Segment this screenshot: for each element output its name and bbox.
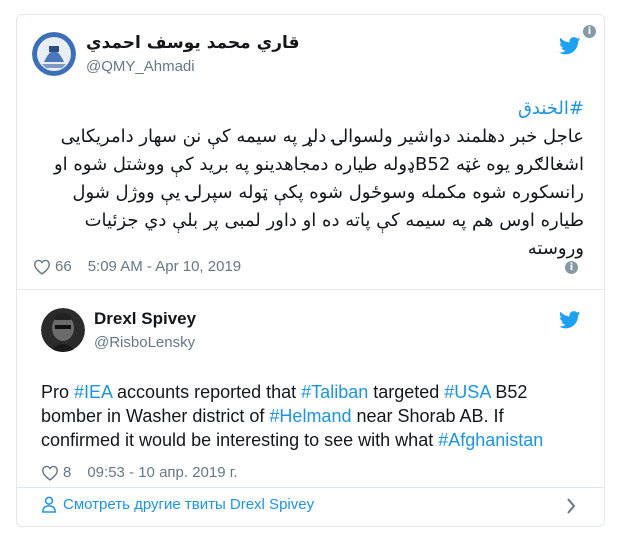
divider xyxy=(17,487,604,488)
twitter-bird-icon[interactable] xyxy=(559,37,581,55)
display-name[interactable]: Drexl Spivey xyxy=(94,309,196,329)
user-handle[interactable]: @QMY_Ahmadi xyxy=(86,58,195,75)
tweet-meta: 8 09:53 - 10 апр. 2019 г. xyxy=(41,464,238,481)
user-handle[interactable]: @RisboLensky xyxy=(94,334,195,351)
chevron-right-icon[interactable] xyxy=(566,498,576,514)
tweet-text-line: عاجل خبر دهلمند دواشیر ولسوالۍ دلړ په سی… xyxy=(60,126,584,147)
twitter-bird-icon[interactable] xyxy=(559,311,581,329)
more-tweets-label[interactable]: Смотреть другие твиты Drexl Spivey xyxy=(63,496,314,513)
hashtag-link[interactable]: #Helmand xyxy=(269,406,351,426)
like-count[interactable]: 8 xyxy=(63,464,71,481)
quoted-text-fragment: accounts reported that xyxy=(112,382,302,402)
quoted-tweet[interactable]: Drexl Spivey @RisboLensky Pro #IEA accou… xyxy=(17,290,604,481)
embedded-tweet-card: قاري محمد یوسف احمدي @QMY_Ahmadi i #الخن… xyxy=(16,14,605,527)
tweet-text-line: طیاره اوس هم په سیمه کې پاته ده او داور … xyxy=(84,210,584,231)
hashtag-link[interactable]: #الخندق xyxy=(518,98,584,119)
avatar[interactable] xyxy=(32,32,76,76)
quoted-text-fragment: Pro xyxy=(41,382,75,402)
more-tweets-link[interactable]: Смотреть другие твиты Drexl Spivey xyxy=(41,496,314,513)
heart-icon[interactable] xyxy=(33,259,51,275)
like-count[interactable]: 66 xyxy=(55,258,72,275)
tweet-timestamp[interactable]: 5:09 AM - Apr 10, 2019 xyxy=(88,258,241,275)
info-icon[interactable]: i xyxy=(583,25,596,38)
tweet-meta: 66 5:09 AM - Apr 10, 2019 xyxy=(33,258,241,275)
avatar[interactable] xyxy=(41,308,85,352)
tweet-text: #الخندق عاجل خبر دهلمند دواشیر ولسوالۍ د… xyxy=(35,95,584,263)
hashtag-link[interactable]: #USA xyxy=(444,382,490,402)
hashtag-link[interactable]: #Taliban xyxy=(301,382,368,402)
hashtag-link[interactable]: #IEA xyxy=(74,382,112,402)
tweet-text-line: رانسکوره شوه مکمله وسوځول شوه پکې ټوله س… xyxy=(72,182,584,203)
tweet-timestamp[interactable]: 09:53 - 10 апр. 2019 г. xyxy=(87,464,237,481)
display-name[interactable]: قاري محمد یوسف احمدي xyxy=(86,33,300,53)
hashtag-link[interactable]: #Afghanistan xyxy=(438,430,543,450)
info-icon[interactable]: i xyxy=(565,261,578,274)
heart-icon[interactable] xyxy=(41,465,59,481)
quoted-text-fragment: targeted xyxy=(368,382,445,402)
quoted-tweet-text: Pro #IEA accounts reported that #Taliban… xyxy=(41,380,581,452)
tweet-text-line: اشغالګرو یوه غټه B52ډوله طیاره دمجاهدینو… xyxy=(53,154,584,175)
person-icon xyxy=(41,496,57,513)
